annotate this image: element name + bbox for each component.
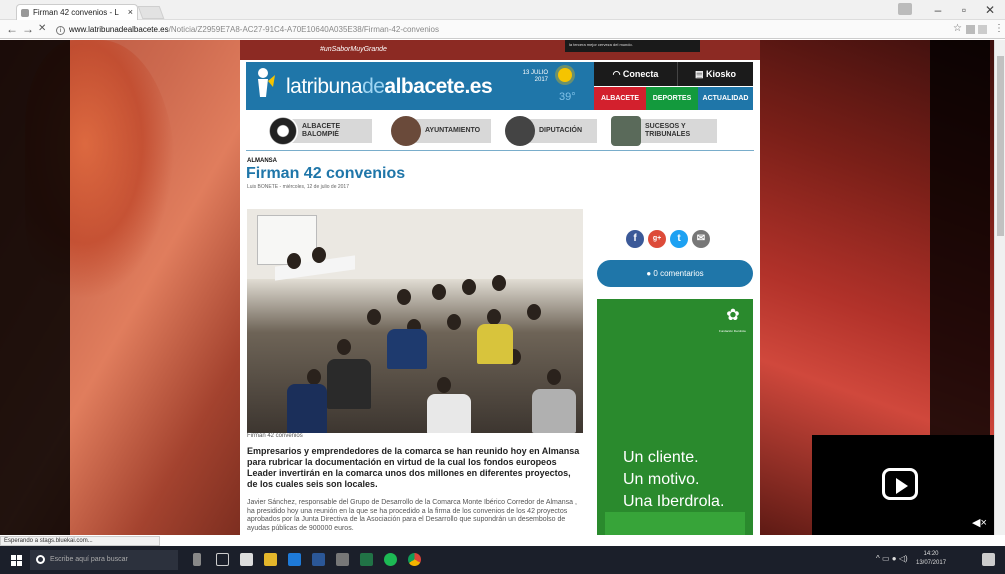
file-explorer-icon[interactable] — [264, 553, 277, 566]
banner-dark-strip: la tercera mejor cerveza del mundo. — [565, 40, 700, 52]
calculator-icon[interactable] — [336, 553, 349, 566]
extension-icon-2[interactable] — [978, 25, 987, 34]
webpage: #unSaborMuyGrande la tercera mejor cerve… — [0, 40, 1005, 535]
site-header-logo[interactable]: latribunadealbacete.es 13 JULIO 2017 39° — [246, 62, 594, 110]
header-date: 13 JULIO 2017 — [522, 70, 548, 83]
article-lead: Empresarios y emprendedores de la comarc… — [247, 446, 580, 489]
twitter-share-icon[interactable]: t — [670, 230, 688, 248]
tab-title: Firman 42 convenios - L — [33, 8, 119, 17]
taskbar-clock[interactable]: 14:20 13/07/2017 — [916, 550, 946, 568]
browser-titlebar: Firman 42 convenios - L × – ▫ ✕ — [0, 0, 1005, 20]
article-kicker: ALMANSA — [247, 158, 277, 164]
spotify-icon[interactable] — [384, 553, 397, 566]
ad-emblem-caption: Fundación Iberdrola — [719, 329, 746, 333]
chrome-icon[interactable] — [408, 553, 421, 566]
ayuntamiento-photo — [391, 116, 421, 146]
googleplus-share-icon[interactable]: g+ — [648, 230, 666, 248]
diputacion-photo — [505, 116, 535, 146]
wifi-icon: ◠ — [612, 69, 623, 79]
profile-icon[interactable] — [898, 3, 912, 15]
article-byline: Luis BONETE - miércoles, 12 de julio de … — [247, 184, 349, 190]
logo-figure-icon — [258, 68, 275, 97]
windows-taskbar: Escribe aquí para buscar ^ ▭ ● ◁) 14:20 … — [0, 546, 1005, 574]
forward-button[interactable]: → — [22, 22, 34, 36]
temperature: 39° — [559, 91, 576, 103]
back-button[interactable]: ← — [6, 22, 18, 36]
excel-icon[interactable] — [360, 553, 373, 566]
sun-icon — [558, 68, 572, 82]
tab-deportes[interactable]: DEPORTES — [646, 87, 698, 110]
balompie-crest-icon — [268, 116, 298, 146]
volume-icon[interactable]: ◀× — [972, 516, 987, 529]
outlook-icon[interactable] — [312, 553, 325, 566]
divider — [246, 150, 754, 151]
iberdrola-ad[interactable]: ✿ Fundación Iberdrola Un cliente. Un mot… — [597, 299, 753, 535]
stop-button[interactable]: ✕ — [38, 23, 46, 34]
search-placeholder: Escribe aquí para buscar — [50, 556, 128, 563]
edge-icon[interactable] — [288, 553, 301, 566]
newspaper-icon: ▤ — [694, 69, 706, 79]
news-site: latribunadealbacete.es 13 JULIO 2017 39°… — [240, 60, 760, 535]
maximize-button[interactable]: ▫ — [952, 0, 976, 20]
windows-start-icon[interactable] — [11, 555, 22, 566]
info-icon[interactable]: i — [56, 26, 65, 35]
store-icon[interactable] — [240, 553, 253, 566]
top-ad-banner[interactable]: #unSaborMuyGrande la tercera mejor cerve… — [240, 40, 760, 60]
ad-line-3: Una Iberdrola. — [623, 493, 725, 510]
facebook-share-icon[interactable]: f — [626, 230, 644, 248]
notifications-icon[interactable] — [982, 553, 995, 566]
bookmark-star-icon[interactable]: ☆ — [953, 23, 962, 34]
taskbar-search[interactable]: Escribe aquí para buscar — [30, 550, 178, 570]
status-bar: Esperando a stags.bluekai.com... — [0, 536, 160, 546]
print-share-icon[interactable]: ✉ — [692, 230, 710, 248]
site-logo-text: latribunadealbacete.es — [286, 75, 493, 98]
page-scrollbar[interactable] — [994, 40, 1005, 535]
play-icon[interactable] — [882, 468, 918, 500]
microphone-icon[interactable] — [193, 553, 201, 566]
extension-icon[interactable] — [966, 25, 975, 34]
new-tab-button[interactable] — [137, 6, 165, 19]
menu-icon[interactable]: ⋮ — [994, 23, 1004, 34]
task-view-icon[interactable] — [216, 553, 229, 566]
conecta-button[interactable]: ◠ Conecta — [594, 62, 677, 86]
banner-slogan: #unSaborMuyGrande — [320, 46, 387, 53]
background-dark-left — [0, 40, 70, 535]
tab-actualidad[interactable]: ACTUALIDAD — [698, 87, 753, 110]
url-domain: www.latribunadealbacete.es — [69, 25, 169, 34]
browser-tab[interactable]: Firman 42 convenios - L × — [16, 4, 138, 20]
address-bar[interactable]: i www.latribunadealbacete.es/Noticia/Z295… — [56, 22, 940, 37]
ad-line-2: Un motivo. — [623, 471, 700, 488]
article-photo[interactable] — [247, 209, 583, 433]
section-links: ALBACETE BALOMPIÉ AYUNTAMIENTO DIPUTACIÓN… — [268, 115, 728, 147]
close-window-button[interactable]: ✕ — [978, 0, 1002, 20]
iberdrola-emblem-icon: ✿ — [726, 307, 740, 324]
cortana-icon — [36, 555, 45, 564]
tab-albacete[interactable]: ALBACETE — [594, 87, 646, 110]
minimize-button[interactable]: – — [926, 0, 950, 20]
article-headline: Firman 42 convenios — [246, 165, 406, 182]
comments-button[interactable]: ● 0 comentarios — [597, 260, 753, 287]
photo-caption: Firman 42 convenios — [247, 433, 303, 439]
favicon-icon — [21, 9, 29, 17]
kiosko-button[interactable]: ▤ Kiosko — [677, 62, 753, 86]
article-body: Javier Sánchez, responsable del Grupo de… — [247, 499, 577, 532]
browser-toolbar: ← → ✕ i www.latribunadealbacete.es/Notici… — [0, 20, 1005, 39]
url-path: /Noticia/Z2959E7A8-AC27-91C4-A70E10640A0… — [168, 25, 440, 34]
tab-close-icon[interactable]: × — [128, 7, 133, 17]
sucesos-photo — [611, 116, 641, 146]
tray-icons[interactable]: ^ ▭ ● ◁) — [876, 554, 908, 563]
ad-line-1: Un cliente. — [623, 449, 699, 466]
scrollbar-thumb[interactable] — [997, 56, 1004, 236]
